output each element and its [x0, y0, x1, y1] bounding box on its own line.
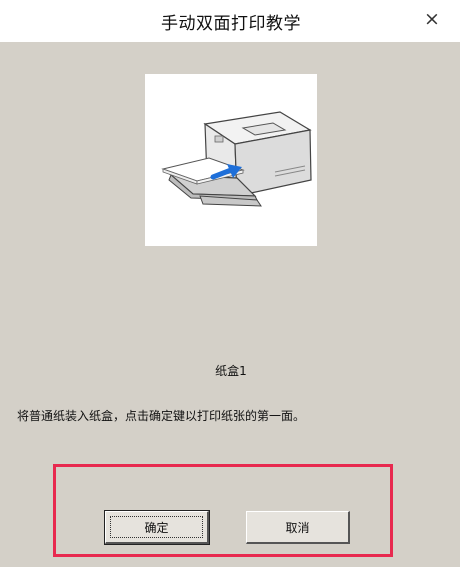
tray-label: 纸盒1 — [215, 364, 247, 378]
cancel-button[interactable]: 取消 — [246, 511, 350, 544]
printer-paper-loading-icon — [145, 74, 317, 246]
instruction-text: 将普通纸装入纸盒，点击确定键以打印纸张的第一面。 — [17, 409, 306, 423]
focus-indicator — [110, 516, 203, 538]
manual-duplex-dialog: 手动双面打印教学 × 纸盒1 将普通纸装入纸盒，点击确定键以打印纸张的第一面。 … — [0, 0, 462, 567]
title-bar: 手动双面打印教学 × — [0, 0, 462, 42]
dialog-title: 手动双面打印教学 — [161, 14, 301, 34]
close-icon[interactable]: × — [422, 8, 442, 30]
ok-button[interactable]: 确定 — [104, 510, 210, 545]
cancel-button-label: 取消 — [285, 520, 310, 535]
